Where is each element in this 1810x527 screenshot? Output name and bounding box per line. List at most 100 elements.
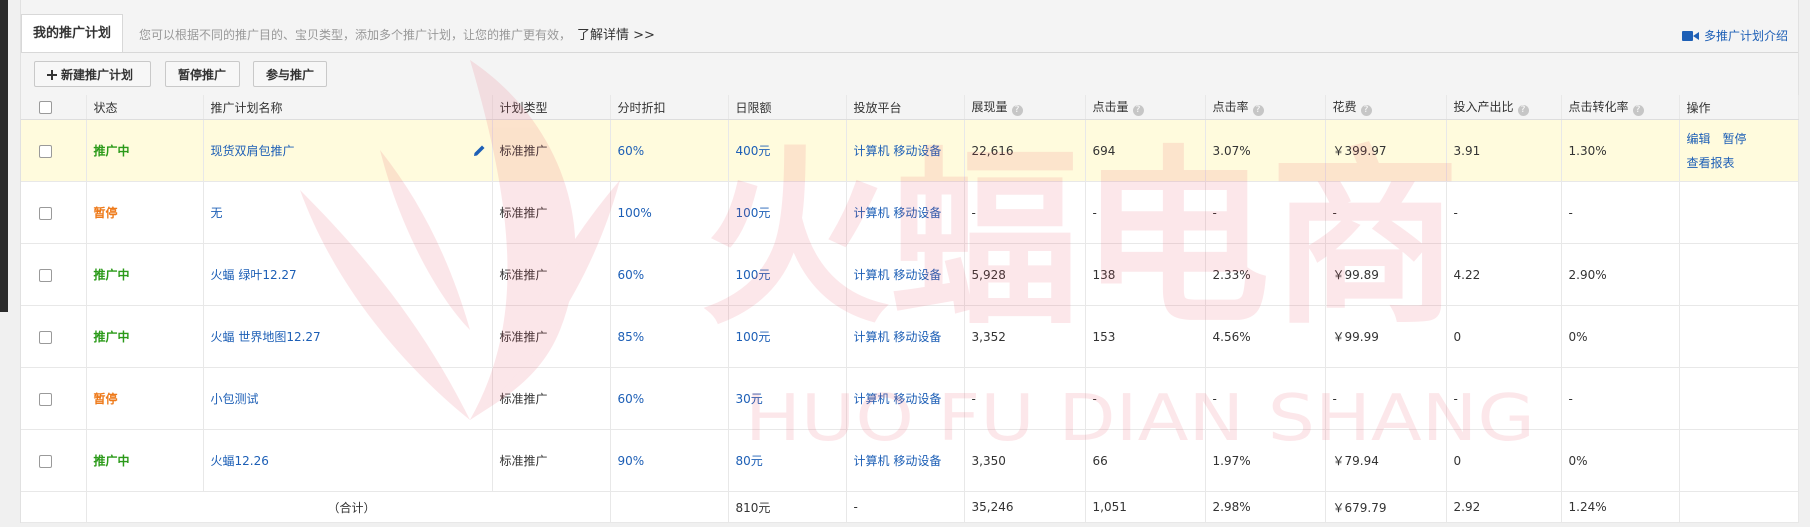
learn-more-link[interactable]: 了解详情 >> — [577, 28, 655, 43]
window-edge-strip — [0, 0, 8, 312]
budget-link[interactable]: 100元 — [736, 330, 771, 344]
col-cvr-label: 点击转化率 — [1568, 100, 1629, 114]
budget-link[interactable]: 100元 — [736, 268, 771, 282]
discount-link[interactable]: 90% — [618, 454, 645, 468]
discount-link[interactable]: 60% — [618, 268, 645, 282]
platform-link[interactable]: 计算机 移动设备 — [854, 144, 942, 158]
platform-link[interactable]: 计算机 移动设备 — [854, 454, 942, 468]
cell-roi: 4.22 — [1446, 243, 1562, 306]
col-clicks-label: 点击量 — [1092, 100, 1129, 114]
cell-type: 标准推广 — [492, 429, 611, 492]
total-label: （合计） — [327, 500, 376, 515]
budget-link[interactable]: 30元 — [736, 392, 763, 406]
table-row: 暂停无标准推广 100% 100元 计算机 移动设备 - - - - - - — [21, 181, 1799, 244]
col-cvr[interactable]: 点击转化率? — [1561, 95, 1680, 120]
col-discount: 分时折扣 — [610, 95, 729, 120]
platform-link[interactable]: 计算机 移动设备 — [854, 330, 942, 344]
col-roi[interactable]: 投入产出比? — [1446, 95, 1562, 120]
platform-link[interactable]: 计算机 移动设备 — [854, 392, 942, 406]
cell-type: 标准推广 — [492, 243, 611, 306]
col-cost-label: 花费 — [1332, 100, 1357, 114]
cell-cost: ￥79.94 — [1325, 429, 1447, 492]
cell-cvr: - — [1561, 367, 1680, 430]
status-badge: 推广中 — [93, 454, 130, 468]
budget-link[interactable]: 400元 — [736, 144, 771, 158]
budget-link[interactable]: 80元 — [736, 454, 763, 468]
cell-clicks: 138 — [1085, 243, 1206, 306]
discount-link[interactable]: 85% — [618, 330, 645, 344]
tab-my-campaigns[interactable]: 我的推广计划 — [21, 14, 123, 53]
help-icon[interactable]: ? — [1011, 105, 1023, 116]
pause-link[interactable]: 暂停 — [1723, 132, 1747, 146]
cell-roi: - — [1446, 367, 1562, 430]
video-camera-icon — [1681, 30, 1700, 42]
multi-campaign-intro-link[interactable]: 多推广计划介绍 — [1681, 27, 1788, 44]
pause-campaign-button[interactable]: 暂停推广 — [165, 61, 240, 87]
edit-pencil-icon[interactable] — [473, 144, 486, 157]
row-checkbox[interactable] — [39, 144, 52, 158]
cell-cost: ￥99.99 — [1325, 305, 1447, 368]
cell-ctr: 4.56% — [1205, 305, 1326, 368]
table-row: 推广中 火蝠12.26 标准推广 90% 80元 计算机 移动设备 3,350 66 1.97%… — [21, 429, 1799, 492]
col-impressions[interactable]: 展现量? — [964, 95, 1086, 120]
cell-roi: 0 — [1446, 305, 1562, 368]
cell-ctr: - — [1205, 181, 1326, 244]
table-row: 推广中 现货双肩包推广 标准推广 60% 400元 计算机 移动设备 22,616 694 3.… — [21, 119, 1799, 182]
cell-clicks: - — [1085, 181, 1206, 244]
campaign-name-link[interactable]: 火蝠 绿叶12.27 — [211, 268, 297, 282]
campaign-name-link[interactable]: 火蝠 世界地图12.27 — [211, 330, 321, 344]
col-status: 状态 — [86, 95, 204, 120]
col-budget: 日限额 — [728, 95, 847, 120]
campaign-name-link[interactable]: 现货双肩包推广 — [211, 144, 295, 158]
campaign-name-link[interactable]: 无 — [211, 206, 223, 220]
view-report-link[interactable]: 查看报表 — [1687, 156, 1735, 170]
help-icon[interactable]: ? — [1132, 105, 1144, 116]
platform-link[interactable]: 计算机 移动设备 — [854, 206, 942, 220]
col-ctr-label: 点击率 — [1212, 100, 1249, 114]
campaign-name-link[interactable]: 小包测试 — [211, 392, 259, 406]
col-ctr[interactable]: 点击率? — [1205, 95, 1326, 120]
row-checkbox[interactable] — [39, 392, 52, 406]
row-checkbox[interactable] — [39, 454, 52, 468]
total-ctr: 2.98% — [1205, 491, 1326, 523]
platform-link[interactable]: 计算机 移动设备 — [854, 268, 942, 282]
cell-cvr: 0% — [1561, 305, 1680, 368]
col-cost[interactable]: 花费? — [1325, 95, 1447, 120]
help-tip-text: 您可以根据不同的推广目的、宝贝类型，添加多个推广计划，让您的推广更有效， — [139, 28, 572, 42]
campaign-name-link[interactable]: 火蝠12.26 — [211, 454, 269, 468]
select-all-checkbox[interactable] — [39, 101, 52, 114]
new-campaign-label: 新建推广计划 — [61, 68, 134, 82]
cell-roi: - — [1446, 181, 1562, 244]
cell-impressions: 22,616 — [964, 119, 1086, 182]
col-clicks[interactable]: 点击量? — [1085, 95, 1206, 120]
cell-impressions: 3,350 — [964, 429, 1086, 492]
panel-header: 我的推广计划 您可以根据不同的推广目的、宝贝类型，添加多个推广计划，让您的推广更… — [21, 0, 1798, 53]
help-icon[interactable]: ? — [1252, 105, 1264, 116]
table-row: 暂停 小包测试 标准推广 60% 30元 计算机 移动设备 - - - - - - — [21, 367, 1799, 430]
total-budget: 810元 — [728, 491, 847, 523]
row-checkbox[interactable] — [39, 206, 52, 220]
col-impressions-label: 展现量 — [971, 100, 1008, 114]
cell-impressions: - — [964, 367, 1086, 430]
cell-type: 标准推广 — [492, 367, 611, 430]
row-checkbox[interactable] — [39, 268, 52, 282]
new-campaign-button[interactable]: 新建推广计划 — [34, 61, 151, 87]
discount-link[interactable]: 60% — [618, 144, 645, 158]
discount-link[interactable]: 100% — [618, 206, 652, 220]
edit-link[interactable]: 编辑 — [1687, 132, 1711, 146]
help-icon[interactable]: ? — [1517, 105, 1529, 116]
discount-link[interactable]: 60% — [618, 392, 645, 406]
cell-ctr: 1.97% — [1205, 429, 1326, 492]
plus-icon — [47, 70, 57, 80]
col-type: 计划类型 — [492, 95, 611, 120]
col-platform: 投放平台 — [846, 95, 965, 120]
budget-link[interactable]: 100元 — [736, 206, 771, 220]
join-campaign-button[interactable]: 参与推广 — [253, 61, 327, 87]
help-icon[interactable]: ? — [1360, 105, 1372, 116]
cell-ctr: 2.33% — [1205, 243, 1326, 306]
cell-ctr: 3.07% — [1205, 119, 1326, 182]
row-checkbox[interactable] — [39, 330, 52, 344]
help-icon[interactable]: ? — [1632, 105, 1644, 116]
cell-clicks: 694 — [1085, 119, 1206, 182]
cell-impressions: - — [964, 181, 1086, 244]
